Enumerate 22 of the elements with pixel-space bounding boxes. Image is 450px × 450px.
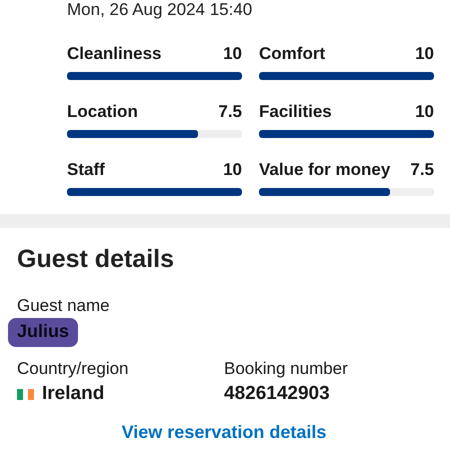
- rating-score: 7.5: [410, 160, 434, 180]
- country-label: Country/region: [17, 359, 129, 379]
- guest-name: Julius: [17, 321, 70, 341]
- rating-label: Location: [67, 102, 138, 122]
- view-reservation-link[interactable]: View reservation details: [122, 421, 326, 443]
- rating-label: Cleanliness: [67, 44, 162, 64]
- booking-number: 4826142903: [224, 383, 330, 405]
- rating-label: Staff: [67, 160, 105, 180]
- rating-label: Facilities: [259, 102, 332, 122]
- rating-score: 10: [223, 44, 242, 64]
- guest-name-label: Guest name: [17, 296, 110, 316]
- rating-label: Comfort: [259, 44, 326, 64]
- rating-score: 7.5: [218, 102, 242, 122]
- booking-number-label: Booking number: [224, 359, 348, 379]
- rating-label: Value for money: [259, 160, 390, 180]
- flag-icon: [17, 388, 34, 400]
- section-title: Guest details: [17, 244, 175, 274]
- review-date: Mon, 26 Aug 2024 15:40: [67, 0, 252, 20]
- rating-score: 10: [415, 44, 434, 64]
- rating-score: 10: [415, 102, 434, 122]
- rating-score: 10: [223, 160, 242, 180]
- country-value: Ireland: [42, 383, 104, 405]
